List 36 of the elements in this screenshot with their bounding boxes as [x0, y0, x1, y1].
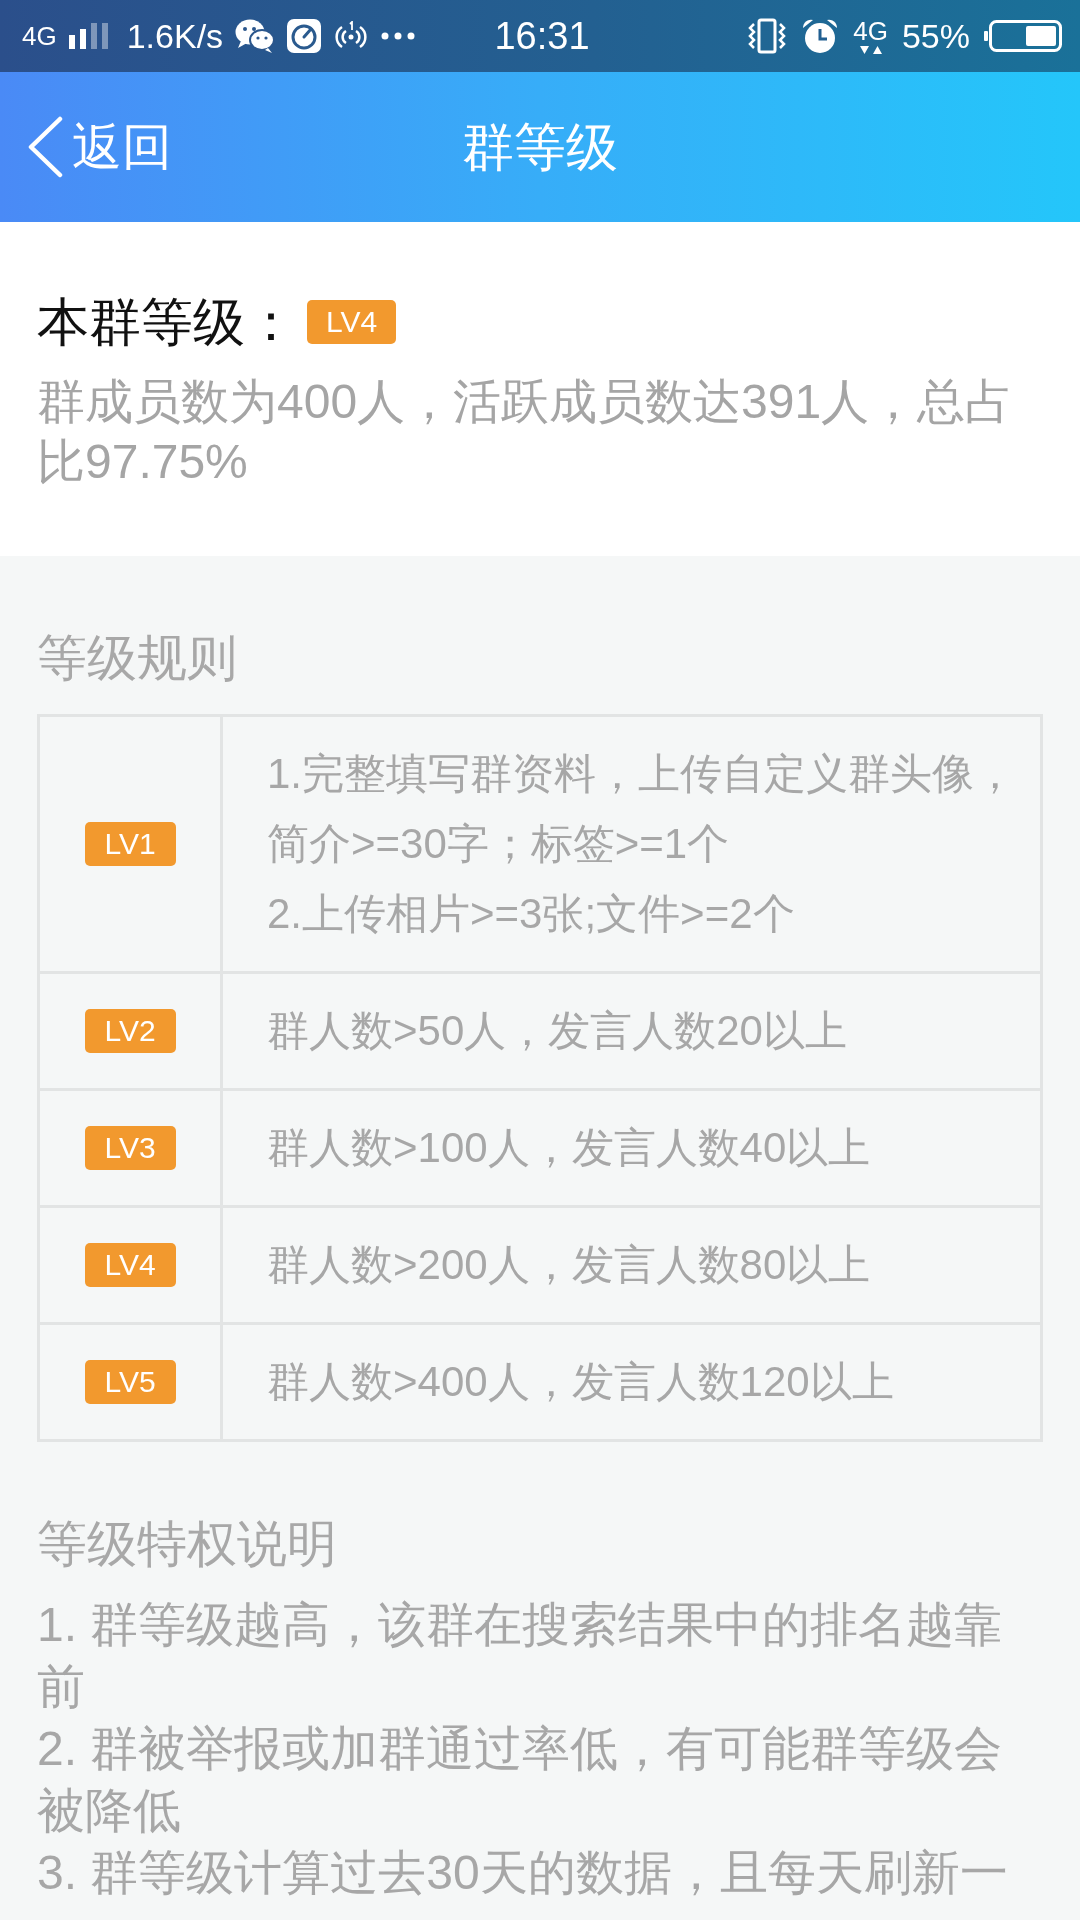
clock-time: 16:31: [494, 17, 590, 55]
rule-text: 1.完整填写群资料，上传自定义群头像，简介>=30字；标签>=1个: [267, 749, 1018, 869]
vibrate-icon: [747, 18, 788, 54]
signal-icon: [68, 23, 109, 49]
level-badge: LV2: [84, 1009, 176, 1053]
chat-bubbles-icon: [235, 19, 276, 53]
privilege-item: 2. 群被举报或加群通过率低，有可能群等级会被降低: [37, 1721, 1004, 1839]
rule-text: 2.上传相片>=3张;文件>=2个: [267, 889, 796, 939]
group-level-label: 本群等级：: [37, 292, 297, 352]
section-heading: 等级特权说明: [37, 1515, 338, 1574]
rule-text: 群人数>100人，发言人数40以上: [267, 1123, 872, 1173]
section-heading: 等级规则: [37, 629, 238, 688]
back-button[interactable]: 返回: [0, 116, 172, 178]
back-chevron-icon: [26, 116, 64, 178]
member-stats-text: 群成员数为400人，活跃成员数达391人，总占比97.75%: [37, 374, 1015, 490]
rule-text: 群人数>200人，发言人数80以上: [267, 1240, 872, 1290]
level-badge: LV5: [84, 1360, 176, 1404]
battery-icon: [984, 20, 1062, 52]
rule-text: 群人数>50人，发言人数20以上: [267, 1006, 848, 1056]
alarm-clock-icon: [801, 18, 840, 54]
rule-text: 群人数>400人，发言人数120以上: [267, 1357, 895, 1407]
network-speed-text: 1.6K/s: [126, 19, 224, 53]
gauge-icon: [287, 19, 322, 53]
broadcast-icon: [333, 21, 370, 51]
privilege-item: 3. 群等级计算过去30天的数据，且每天刷新一: [37, 1845, 1009, 1901]
level-badge: LV3: [84, 1126, 176, 1170]
page-title: 群等级: [462, 116, 618, 178]
privilege-item: 1. 群等级越高，该群在搜索结果中的排名越靠前: [37, 1597, 1004, 1715]
more-dots-icon: [381, 32, 416, 40]
level-badge: LV1: [84, 822, 176, 866]
level-badge: LV4: [307, 300, 396, 344]
network-type-text: 4G: [22, 23, 57, 49]
battery-percent-text: 55%: [901, 19, 970, 53]
data-network-text: 4G: [853, 17, 888, 44]
level-badge: LV4: [84, 1243, 176, 1287]
data-arrows-icon: [857, 44, 884, 55]
